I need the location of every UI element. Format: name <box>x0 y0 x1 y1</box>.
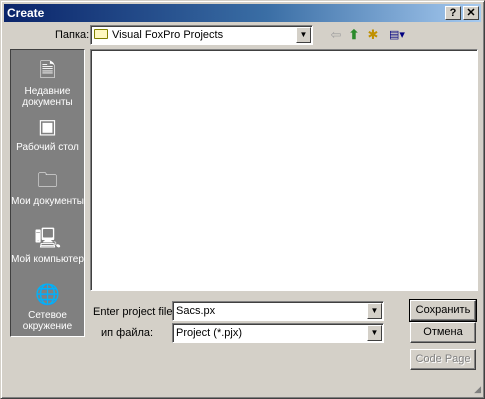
help-button[interactable]: ? <box>445 6 461 20</box>
place-recent-documents[interactable]: 🗎 Недавние документы <box>11 58 84 108</box>
file-name-input[interactable] <box>172 301 384 321</box>
cancel-button[interactable]: Отмена <box>410 322 476 343</box>
look-in-combo[interactable]: Visual FoxPro Projects ▼ <box>90 25 313 45</box>
place-network[interactable]: 🌐 Сетевое окружение <box>11 282 84 332</box>
place-label: Мои документы <box>11 196 84 207</box>
code-page-button: Code Page <box>410 349 476 370</box>
file-name-label: Enter project file <box>93 306 173 318</box>
resize-grip-icon[interactable]: ◢ <box>469 383 481 395</box>
place-my-computer[interactable]: 🖳 Мой компьютер <box>11 226 84 265</box>
window-title: Create <box>7 6 45 20</box>
place-label: Рабочий стол <box>16 142 79 153</box>
create-dialog: Create ? ✕ Папка: Visual FoxPro Projects… <box>0 0 485 399</box>
chevron-down-icon[interactable]: ▼ <box>367 303 382 319</box>
new-folder-icon[interactable]: ✱ <box>364 26 382 44</box>
chevron-down-icon[interactable]: ▼ <box>296 27 311 43</box>
file-type-label: ип файла: <box>101 327 154 339</box>
place-label: Недавние документы <box>22 86 73 108</box>
up-folder-icon[interactable]: ⬆ <box>345 26 363 44</box>
save-button[interactable]: Сохранить <box>409 299 477 322</box>
file-type-value: Project (*.pjx) <box>176 327 243 339</box>
recent-documents-icon: 🗎 <box>39 60 56 82</box>
place-label: Сетевое окружение <box>22 310 73 332</box>
chevron-down-icon[interactable]: ▼ <box>367 325 382 341</box>
places-bar: 🗎 Недавние документы ▣ Рабочий стол 🗀 Мо… <box>10 49 85 337</box>
views-menu-icon[interactable]: ▤▾ <box>385 26 409 44</box>
my-computer-icon: 🖳 <box>34 228 62 250</box>
my-documents-icon: 🗀 <box>37 170 58 192</box>
place-label: Мой компьютер <box>11 254 84 265</box>
title-bar[interactable]: Create ? ✕ <box>4 4 481 22</box>
file-type-select[interactable]: Project (*.pjx) ▼ <box>172 323 384 343</box>
folder-icon <box>94 29 108 39</box>
file-list[interactable] <box>90 49 478 291</box>
close-button[interactable]: ✕ <box>463 6 479 20</box>
place-desktop[interactable]: ▣ Рабочий стол <box>11 114 84 153</box>
desktop-icon: ▣ <box>38 116 57 138</box>
back-icon[interactable]: ⇦ <box>327 26 345 44</box>
look-in-value: Visual FoxPro Projects <box>112 29 224 41</box>
look-in-label: Папка: <box>55 29 90 41</box>
place-my-documents[interactable]: 🗀 Мои документы <box>11 168 84 207</box>
network-icon: 🌐 <box>35 284 60 306</box>
